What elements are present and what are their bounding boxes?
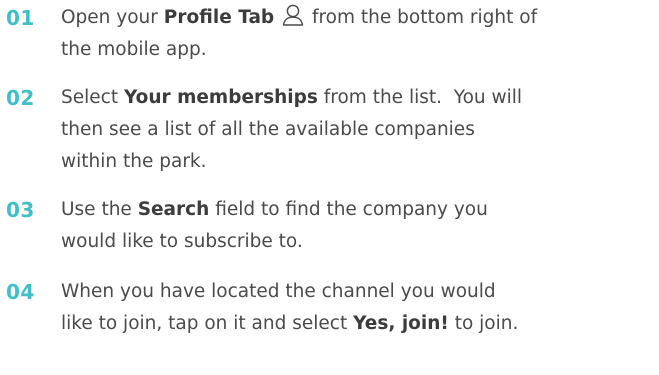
instruction-steps: 01 Open your Profile Tab from the bottom… [0, 0, 659, 375]
step-line: When you have located the channel you wo… [61, 281, 496, 302]
step-line: like to join, tap on it and select Yes, … [61, 308, 657, 340]
text-run: field to find the company you [209, 199, 488, 220]
bold-term: Profile Tab [163, 7, 275, 28]
text-run: from the bottom right of [306, 7, 538, 28]
step-text: When you have located the channel you wo… [61, 276, 657, 340]
bold-term: Yes, join! [353, 313, 449, 334]
step-line: Select Your memberships from the list. Y… [61, 82, 657, 114]
step-line: would like to subscribe to. [61, 231, 303, 252]
step-text: Select Your memberships from the list. Y… [61, 82, 657, 178]
text-run: Open your [61, 7, 164, 28]
step-line: then see a list of all the available com… [61, 119, 475, 140]
text-run: Use the [61, 199, 138, 220]
step-text: Open your Profile Tab from the bottom ri… [61, 2, 657, 66]
bold-term: Your memberships [123, 87, 318, 108]
text-run: like to join, tap on it and select [61, 313, 354, 334]
step-line: within the park. [61, 151, 207, 172]
text-run: to join. [448, 313, 519, 334]
user-profile-icon [282, 3, 304, 27]
text-run: Select [61, 87, 124, 108]
step-line: the mobile app. [61, 39, 207, 60]
bold-term: Search [137, 199, 210, 220]
step-line: Use the Search field to find the company… [61, 194, 657, 226]
step-number: 04 [6, 280, 35, 304]
step-number: 02 [6, 86, 35, 110]
step-line: Open your Profile Tab from the bottom ri… [61, 2, 657, 34]
step-text: Use the Search field to find the company… [61, 194, 657, 258]
step-number: 03 [6, 198, 35, 222]
step-number: 01 [6, 6, 35, 30]
text-run: from the list. You will [317, 87, 523, 108]
